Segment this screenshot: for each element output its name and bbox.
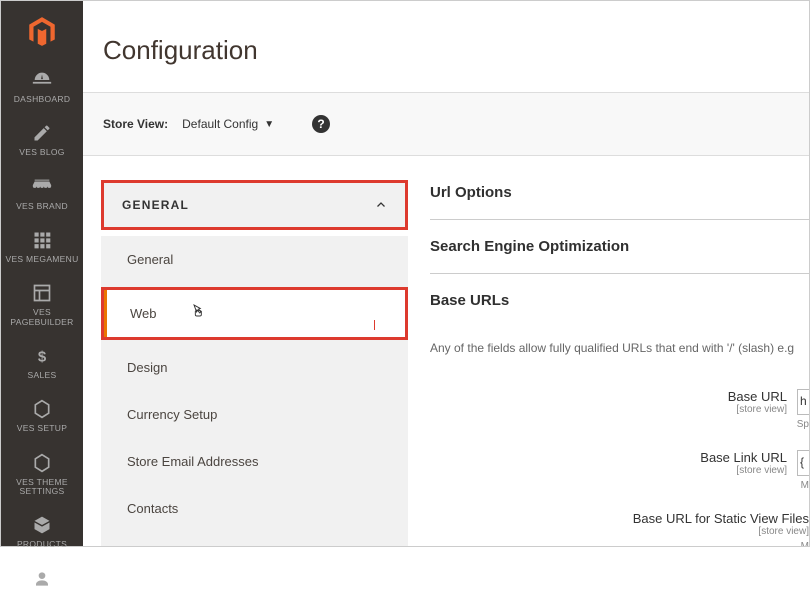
base-link-url-input[interactable]: {: [797, 450, 809, 476]
section-url-options[interactable]: Url Options: [430, 180, 809, 220]
tree-item-design[interactable]: Design: [101, 344, 408, 391]
base-urls-desc: Any of the fields allow fully qualified …: [430, 327, 809, 375]
pencil-icon: [31, 122, 53, 144]
hexagon-icon: [31, 398, 53, 420]
cube-icon: [31, 514, 53, 536]
field-base-static: Base URL for Static View Files [store vi…: [430, 497, 809, 546]
hexagon-icon: [31, 452, 53, 474]
base-url-input[interactable]: h: [797, 389, 809, 415]
tree-item-web[interactable]: Web: [101, 287, 408, 340]
tree-item-currency[interactable]: Currency Setup: [101, 391, 408, 438]
config-tree: GENERAL General Web Design Currency Setu…: [83, 180, 408, 546]
grid-icon: [31, 229, 53, 251]
caret-down-icon: ▼: [264, 119, 274, 130]
nav-ves-setup[interactable]: VES SETUP: [1, 398, 83, 433]
scope-bar: Store View: Default Config ▼ ?: [83, 92, 809, 156]
nav-dashboard[interactable]: DASHBOARD: [1, 69, 83, 104]
scope-label: Store View:: [103, 117, 168, 131]
main-content: Configuration Store View: Default Config…: [83, 1, 809, 546]
user-icon: [31, 568, 53, 590]
nav-ves-pagebuilder[interactable]: VES PAGEBUILDER: [1, 282, 83, 327]
dashboard-icon: [31, 69, 53, 91]
tree-item-general[interactable]: General: [101, 236, 408, 283]
page-title: Configuration: [103, 35, 809, 66]
tree-section-general[interactable]: GENERAL: [101, 180, 408, 230]
store-icon: [31, 176, 53, 198]
help-icon[interactable]: ?: [312, 115, 330, 133]
nav-sales[interactable]: $ SALES: [1, 345, 83, 380]
nav-products[interactable]: PRODUCTS: [1, 514, 83, 549]
tree-item-contacts[interactable]: Contacts: [101, 485, 408, 532]
nav-ves-blog[interactable]: VES BLOG: [1, 122, 83, 157]
section-seo[interactable]: Search Engine Optimization: [430, 220, 809, 274]
layout-icon: [31, 282, 53, 304]
config-panel: Url Options Search Engine Optimization B…: [408, 180, 809, 546]
nav-user[interactable]: [1, 568, 83, 594]
nav-ves-theme-settings[interactable]: VES THEME SETTINGS: [1, 452, 83, 497]
admin-sidebar: DASHBOARD VES BLOG VES BRAND VES MEGAMEN…: [1, 1, 83, 546]
pointer-cursor-icon: [190, 301, 206, 319]
chevron-up-icon: [375, 199, 387, 211]
dollar-icon: $: [31, 345, 53, 367]
section-base-urls[interactable]: Base URLs: [430, 274, 809, 327]
svg-text:$: $: [38, 348, 47, 365]
nav-ves-megamenu[interactable]: VES MEGAMENU: [1, 229, 83, 264]
tree-item-reports[interactable]: Reports: [101, 532, 408, 546]
nav-ves-brand[interactable]: VES BRAND: [1, 176, 83, 211]
magento-logo: [25, 15, 59, 49]
tree-item-store-email[interactable]: Store Email Addresses: [101, 438, 408, 485]
scope-select[interactable]: Default Config ▼: [182, 117, 274, 131]
